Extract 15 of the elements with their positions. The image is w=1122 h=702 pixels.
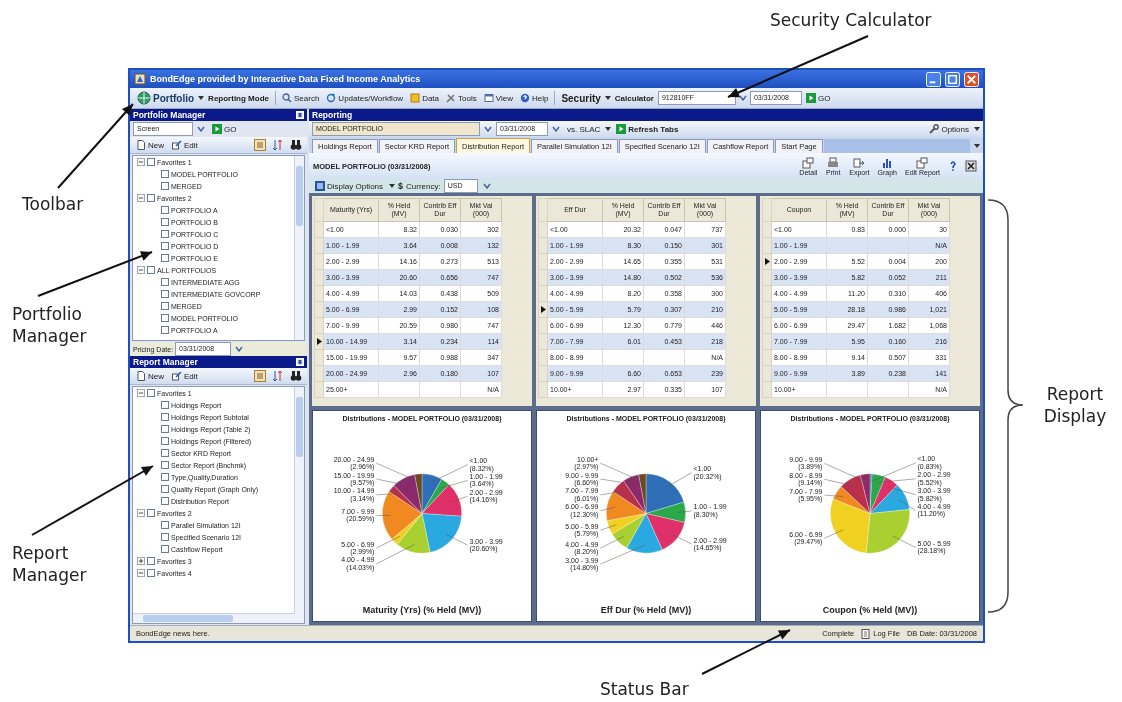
callout-label: Report Manager <box>12 542 88 586</box>
currency-label: Currency: <box>406 181 441 191</box>
panel-title: Report Manager <box>133 357 198 367</box>
panel-title: Reporting <box>312 110 353 120</box>
chart-caption: Maturity (Yrs) (% Held (MV)) <box>362 605 482 615</box>
chart-caption: Coupon (% Held (MV)) <box>822 605 918 615</box>
callout-label: Report Display <box>1042 383 1108 427</box>
callout-label: Status Bar <box>600 678 689 700</box>
chart-caption: Eff Dur (% Held (MV)) <box>600 605 692 615</box>
panel-title: Portfolio Manager <box>133 110 206 120</box>
callout-label: Portfolio Manager <box>12 303 88 347</box>
callout-label: Security Calculator <box>770 9 932 31</box>
currency-symbol: $ <box>398 181 404 191</box>
callout-label: Toolbar <box>22 193 84 215</box>
window-title: BondEdge provided by Interactive Data Fixed Income Analytics <box>150 74 421 84</box>
